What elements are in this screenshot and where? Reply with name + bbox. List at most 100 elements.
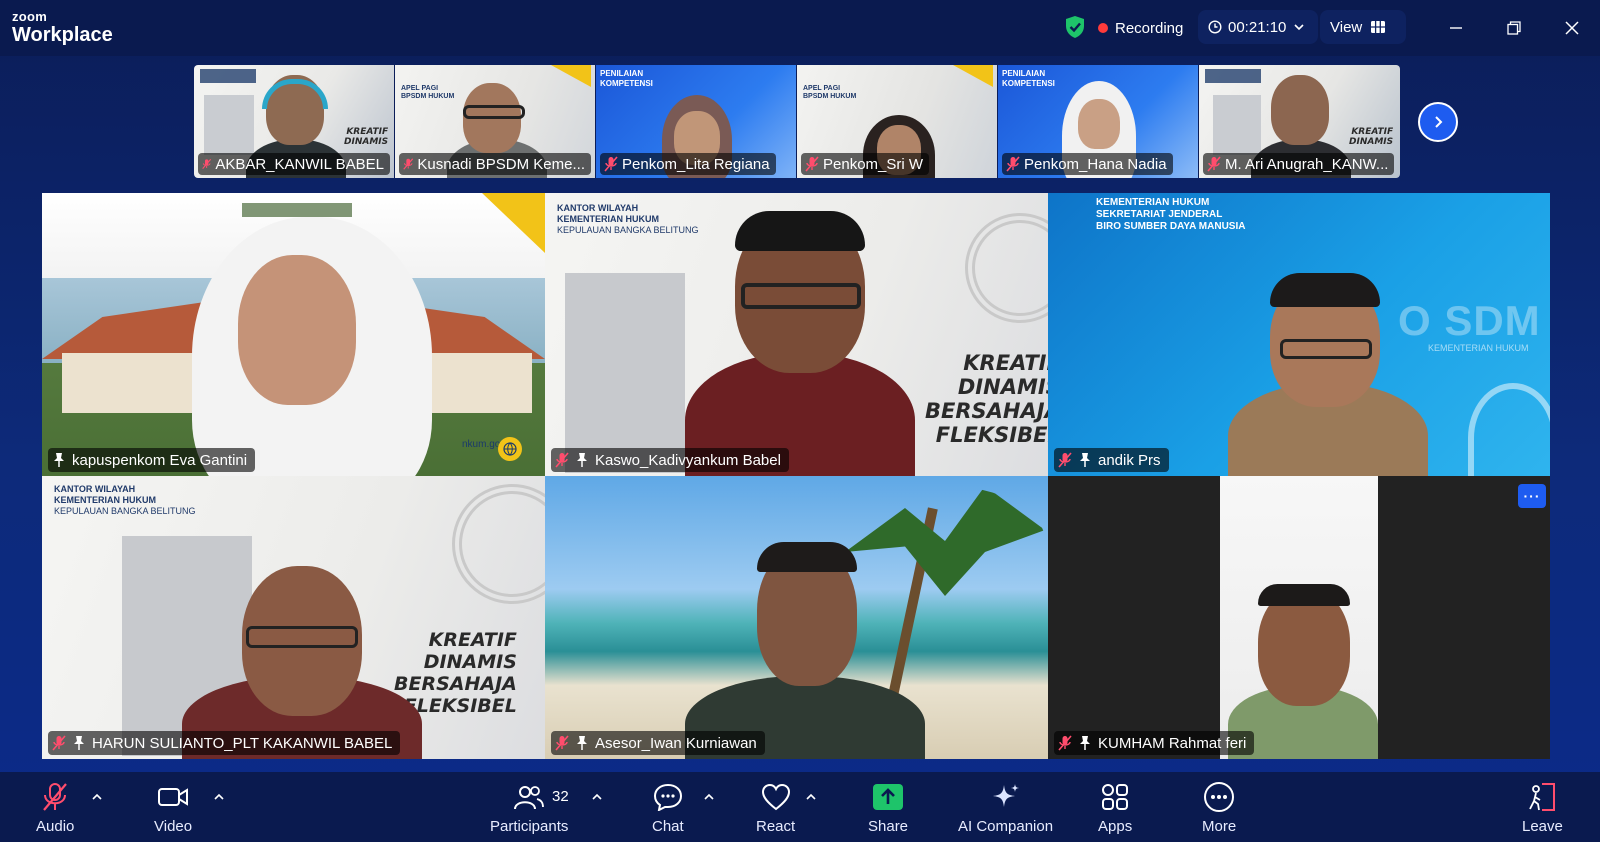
participant-name: Penkom_Lita Regiana xyxy=(622,155,770,173)
recording-indicator[interactable]: Recording xyxy=(1098,13,1183,43)
background-caption: APEL PAGI BPSDM HUKUM xyxy=(401,85,454,102)
mic-muted-icon xyxy=(1006,156,1020,172)
slogan-line: BERSAHAJA xyxy=(925,399,1048,424)
mic-muted-icon xyxy=(555,735,569,751)
video-tile[interactable]: ··· KUMHAM Rahmat feri xyxy=(1048,476,1550,759)
minimize-button[interactable] xyxy=(1442,14,1470,42)
participant-name-tag: M. Ari Anugrah_KANW... xyxy=(1203,153,1395,175)
participant-name-tag: kapuspenkom Eva Gantini xyxy=(48,448,256,472)
leave-button[interactable]: Leave xyxy=(1522,782,1563,835)
participant-name-tag: Kaswo_Kadivyankum Babel xyxy=(551,448,789,472)
background-logo xyxy=(1205,69,1261,83)
react-button[interactable]: React xyxy=(756,782,795,835)
strip-tile[interactable]: APEL PAGI BPSDM HUKUM Penkom_Sri W xyxy=(797,65,998,178)
participant-name: Kaswo_Kadivyankum Babel xyxy=(595,451,781,469)
background-caption: KANTOR WILAYAH KEMENTERIAN HUKUM KEPULAUAN… xyxy=(557,203,699,235)
eyeglasses xyxy=(741,283,861,309)
strip-tile[interactable]: KREATIF DINAMIS M. Ari Anugrah_KANW... xyxy=(1199,65,1400,178)
mic-muted-icon xyxy=(202,158,212,170)
eyeglasses xyxy=(1280,339,1372,359)
sparkle-icon xyxy=(991,782,1021,812)
tile-more-options-button[interactable]: ··· xyxy=(1518,484,1546,508)
globe-icon xyxy=(498,437,522,461)
strip-tile[interactable]: PENILAIAN KOMPETENSI Penkom_Hana Nadia xyxy=(998,65,1199,178)
participant-name-tag: Asesor_Iwan Kurniawan xyxy=(551,731,765,755)
apps-button[interactable]: Apps xyxy=(1098,782,1132,835)
participant-name: andik Prs xyxy=(1098,451,1161,469)
background-slogan: KREATIF DINAMIS xyxy=(344,127,388,148)
participant-name: M. Ari Anugrah_KANW... xyxy=(1225,155,1389,173)
close-icon xyxy=(1565,21,1579,35)
grid-view-icon xyxy=(1371,21,1386,33)
participant-name-tag: Penkom_Sri W xyxy=(801,153,930,175)
video-button[interactable]: Video xyxy=(154,782,192,835)
meeting-controls-toolbar: Audio Video Participants 32 Chat React S… xyxy=(0,772,1600,842)
mic-muted-icon xyxy=(1058,735,1072,751)
strip-tile[interactable]: PENILAIAN KOMPETENSI Penkom_Lita Regiana xyxy=(596,65,797,178)
meeting-timer[interactable]: 00:21:10 xyxy=(1198,10,1319,44)
background-slogan: KREATIFDINAMISBERSAHAJAFLEKSIBEL xyxy=(925,351,1048,448)
restore-button[interactable] xyxy=(1500,14,1528,42)
timer-value: 00:21:10 xyxy=(1228,18,1287,36)
share-screen-icon xyxy=(872,782,904,812)
video-tile[interactable]: Asesor_Iwan Kurniawan xyxy=(545,476,1048,759)
background-logo xyxy=(200,69,256,83)
mic-muted-icon xyxy=(52,735,66,751)
react-options-caret-icon[interactable] xyxy=(804,790,818,804)
logo-line-1: zoom xyxy=(12,9,48,24)
background-caption: KEMENTERIAN HUKUM SEKRETARIAT JENDERAL BIR… xyxy=(1096,197,1245,233)
more-button[interactable]: More xyxy=(1202,782,1236,835)
strip-tile[interactable]: APEL PAGI BPSDM HUKUM Kusnadi BPSDM Keme.… xyxy=(395,65,596,178)
slogan-line: KREATIF xyxy=(428,629,517,651)
video-tile[interactable]: KANTOR WILAYAH KEMENTERIAN HUKUM KEPULAUAN… xyxy=(42,476,545,759)
video-options-caret-icon[interactable] xyxy=(212,790,226,804)
participant-face xyxy=(238,255,356,405)
caption-line: SEKRETARIAT JENDERAL xyxy=(1096,209,1223,220)
video-tile[interactable]: KANTOR WILAYAH KEMENTERIAN HUKUM KEPULAUAN… xyxy=(545,193,1048,476)
chat-button[interactable]: Chat xyxy=(652,782,684,835)
leave-label: Leave xyxy=(1522,818,1563,835)
slogan-line: KREATIF xyxy=(1351,127,1394,137)
share-button[interactable]: Share xyxy=(868,782,908,835)
strip-tile[interactable]: KREATIF DINAMIS AKBAR_KANWIL BABEL xyxy=(194,65,395,178)
view-button[interactable]: View xyxy=(1320,10,1406,44)
caption-line: APEL PAGI xyxy=(803,85,841,92)
mic-muted-icon xyxy=(555,452,569,468)
more-options-icon xyxy=(1203,782,1235,812)
ai-companion-button[interactable]: AI Companion xyxy=(958,782,1053,835)
participant-hair xyxy=(757,542,857,572)
caption-line: BPSDM HUKUM xyxy=(401,93,455,101)
slogan-line: DINAMIS xyxy=(423,650,517,673)
slogan-line: DINAMIS xyxy=(344,137,389,148)
audio-button[interactable]: Audio xyxy=(36,782,74,835)
encryption-shield-icon[interactable] xyxy=(1064,15,1086,39)
mic-muted-icon xyxy=(403,158,414,170)
chat-label: Chat xyxy=(652,818,684,835)
video-tile[interactable]: KEMENTERIAN HUKUM SEKRETARIAT JENDERAL BIR… xyxy=(1048,193,1550,476)
caption-line: KEMENTERIAN HUKUM xyxy=(1096,197,1210,208)
share-label: Share xyxy=(868,818,909,835)
video-tile-active-speaker[interactable]: nkum.go.id kapuspenkom Eva Gantini xyxy=(42,193,545,476)
pin-icon xyxy=(54,453,64,467)
ellipsis-icon: ··· xyxy=(1523,488,1541,504)
caption-line: KOMPETENSI xyxy=(600,78,653,88)
caption-line: KANTOR WILAYAH xyxy=(557,203,639,213)
gallery-grid: nkum.go.id kapuspenkom Eva Gantini KANTO… xyxy=(42,193,1550,759)
participant-name-tag: Kusnadi BPSDM Keme... xyxy=(399,153,591,175)
apps-icon xyxy=(1100,782,1130,812)
eyeglasses xyxy=(463,105,525,119)
caption-line: KEPULAUAN BANGKA BELITUNG xyxy=(54,505,196,516)
participant-name: HARUN SULIANTO_PLT KAKANWIL BABEL xyxy=(92,734,393,752)
next-page-button[interactable] xyxy=(1418,102,1458,142)
participants-options-caret-icon[interactable] xyxy=(590,790,604,804)
audio-options-caret-icon[interactable] xyxy=(90,790,104,804)
participant-hair xyxy=(735,211,865,251)
participant-name-tag: HARUN SULIANTO_PLT KAKANWIL BABEL xyxy=(48,731,401,755)
background-slogan: KREATIF DINAMIS xyxy=(1349,127,1393,148)
slogan-line: FLEKSIBEL xyxy=(935,423,1048,448)
chat-options-caret-icon[interactable] xyxy=(702,790,716,804)
caption-line: KEMENTERIAN HUKUM xyxy=(557,213,659,224)
chevron-down-icon xyxy=(1294,24,1304,31)
close-button[interactable] xyxy=(1558,14,1586,42)
background-caption: APEL PAGI BPSDM HUKUM xyxy=(803,85,856,102)
